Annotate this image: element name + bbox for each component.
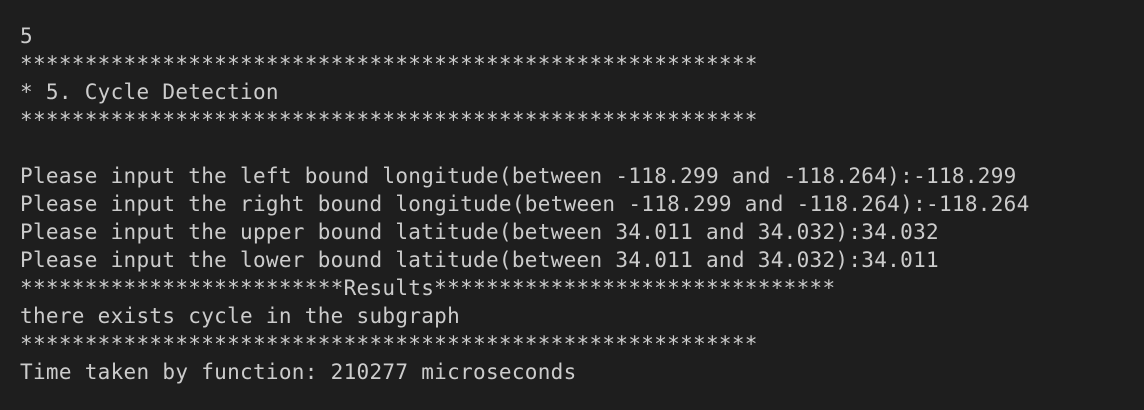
separator-line-title-bottom: ****************************************… xyxy=(20,108,758,132)
prompt-left-bound: Please input the left bound longitude(be… xyxy=(20,164,1017,188)
prompt-lower-bound: Please input the lower bound latitude(be… xyxy=(20,248,939,272)
separator-line-top: ****************************************… xyxy=(20,52,758,76)
results-header: *************************Results********… xyxy=(20,276,836,300)
timing-output: Time taken by function: 210277 microseco… xyxy=(20,360,577,384)
terminal-output[interactable]: 5 **************************************… xyxy=(0,0,1144,410)
section-title: * 5. Cycle Detection xyxy=(20,80,279,104)
separator-line-results-bottom: ****************************************… xyxy=(20,332,758,356)
result-message: there exists cycle in the subgraph xyxy=(20,304,461,328)
menu-choice-input: 5 xyxy=(20,24,33,48)
prompt-right-bound: Please input the right bound longitude(b… xyxy=(20,192,1030,216)
prompt-upper-bound: Please input the upper bound latitude(be… xyxy=(20,220,939,244)
